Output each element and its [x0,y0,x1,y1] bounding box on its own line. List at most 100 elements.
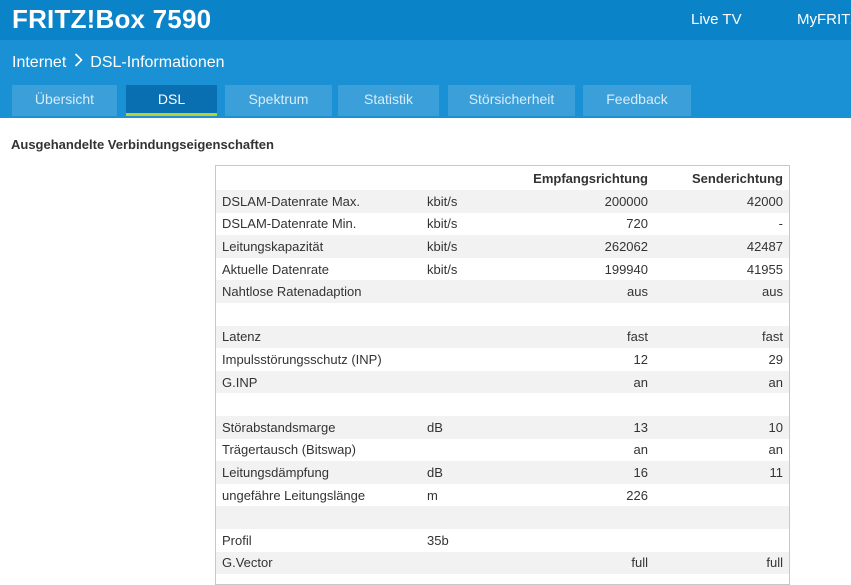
row-downstream-value: an [526,370,654,394]
row-downstream-value: 262062 [526,235,654,258]
row-upstream-value: 10 [654,415,789,439]
table-row: G.INP an an [216,370,789,394]
row-unit [421,438,526,462]
row-unit: m [421,483,526,507]
header-unit [421,166,526,190]
row-unit: kbit/s [421,257,526,281]
breadcrumb: Internet DSL-Informationen [12,53,225,72]
row-unit: kbit/s [421,190,526,213]
row-downstream-value: 199940 [526,257,654,281]
row-label [216,393,421,416]
tab-spektrum[interactable]: Spektrum [225,85,332,116]
row-label: Profil [216,528,421,552]
row-upstream-value: - [654,212,789,236]
row-upstream-value: 29 [654,348,789,371]
sub-header: Internet DSL-Informationen Übersicht DSL… [0,40,851,118]
row-label: DSLAM-Datenrate Max. [216,190,421,213]
live-tv-link[interactable]: Live TV [691,11,742,28]
row-downstream-value: an [526,438,654,462]
row-upstream-value [654,506,789,529]
row-downstream-value: fast [526,325,654,349]
brand-logo[interactable]: FRITZ!Box 7590 [12,4,211,35]
table-row: DSLAM-Datenrate Min. kbit/s 720- [216,212,789,236]
row-label: Aktuelle Datenrate [216,257,421,281]
row-upstream-value: an [654,438,789,462]
row-unit [421,370,526,394]
row-unit [421,302,526,326]
row-upstream-value: aus [654,280,789,303]
row-downstream-value: aus [526,280,654,303]
row-label: Latenz [216,325,421,349]
dsl-properties-table: Empfangsrichtung Senderichtung DSLAM-Dat… [215,165,790,585]
row-unit: dB [421,461,526,484]
row-downstream-value: full [526,551,654,575]
breadcrumb-current: DSL-Informationen [90,53,225,71]
table-row [216,302,789,326]
row-label: G.Vector [216,551,421,575]
row-upstream-value: 41955 [654,257,789,281]
header-upstream: Senderichtung [654,166,789,190]
row-upstream-value: fast [654,325,789,349]
chevron-right-icon [72,53,84,72]
row-upstream-value: 42000 [654,190,789,213]
table-row: Profil 35b [216,528,789,552]
tab-statistik[interactable]: Statistik [338,85,439,116]
row-label: DSLAM-Datenrate Min. [216,212,421,236]
tab-feedback[interactable]: Feedback [583,85,691,116]
table-row: Störabstandsmarge dB 13 10 [216,415,789,439]
table-row: Trägertausch (Bitswap) an an [216,438,789,462]
row-label: Nahtlose Ratenadaption [216,280,421,303]
table-row: Leitungskapazität kbit/s 262062 42487 [216,235,789,258]
tab-dsl[interactable]: DSL [126,85,217,116]
header-downstream: Empfangsrichtung [526,166,654,190]
row-downstream-value [526,528,654,552]
row-label: Trägertausch (Bitswap) [216,438,421,462]
table-row: ungefähre Leitungslänge m 226 [216,483,789,507]
row-label: ungefähre Leitungslänge [216,483,421,507]
row-downstream-value: 16 [526,461,654,484]
table-row: Impulsstörungsschutz (INP) 12 29 [216,348,789,371]
row-unit: dB [421,415,526,439]
row-downstream-value: 226 [526,483,654,507]
row-upstream-value [654,483,789,507]
table-row [216,393,789,416]
breadcrumb-internet[interactable]: Internet [12,54,66,72]
row-downstream-value [526,302,654,326]
table-header-row: Empfangsrichtung Senderichtung [216,166,789,190]
myfritz-link[interactable]: MyFRITZ! [797,11,851,28]
row-label [216,302,421,326]
row-unit [421,551,526,575]
table-row: DSLAM-Datenrate Max. kbit/s 200000 42000 [216,190,789,213]
row-label: Leitungskapazität [216,235,421,258]
row-unit: kbit/s [421,235,526,258]
row-downstream-value: 720 [526,212,654,236]
row-downstream-value [526,393,654,416]
section-title: Ausgehandelte Verbindungseigenschaften [11,137,274,152]
row-label [216,506,421,529]
row-downstream-value: 200000 [526,190,654,213]
row-label: Störabstandsmarge [216,415,421,439]
row-unit [421,506,526,529]
tab-uebersicht[interactable]: Übersicht [12,85,117,116]
row-unit [421,325,526,349]
row-label: Leitungsdämpfung [216,461,421,484]
row-upstream-value: full [654,551,789,575]
top-header: FRITZ!Box 7590 Live TV MyFRITZ! [0,0,851,40]
table-row: G.Vector full full [216,551,789,575]
header-label [216,166,421,190]
row-unit [421,348,526,371]
table-row: Nahtlose Ratenadaption aus aus [216,280,789,303]
tab-stoersicherheit[interactable]: Störsicherheit [448,85,575,116]
table-row: Leitungsdämpfung dB 16 11 [216,461,789,484]
table-row: Latenz fast fast [216,325,789,349]
row-unit: kbit/s [421,212,526,236]
row-downstream-value: 12 [526,348,654,371]
row-upstream-value: 11 [654,461,789,484]
row-unit [421,393,526,416]
row-label: Impulsstörungsschutz (INP) [216,348,421,371]
table-row: Aktuelle Datenrate kbit/s 199940 41955 [216,257,789,281]
table-row [216,506,789,529]
row-downstream-value: 13 [526,415,654,439]
row-label: G.INP [216,370,421,394]
row-downstream-value [526,506,654,529]
